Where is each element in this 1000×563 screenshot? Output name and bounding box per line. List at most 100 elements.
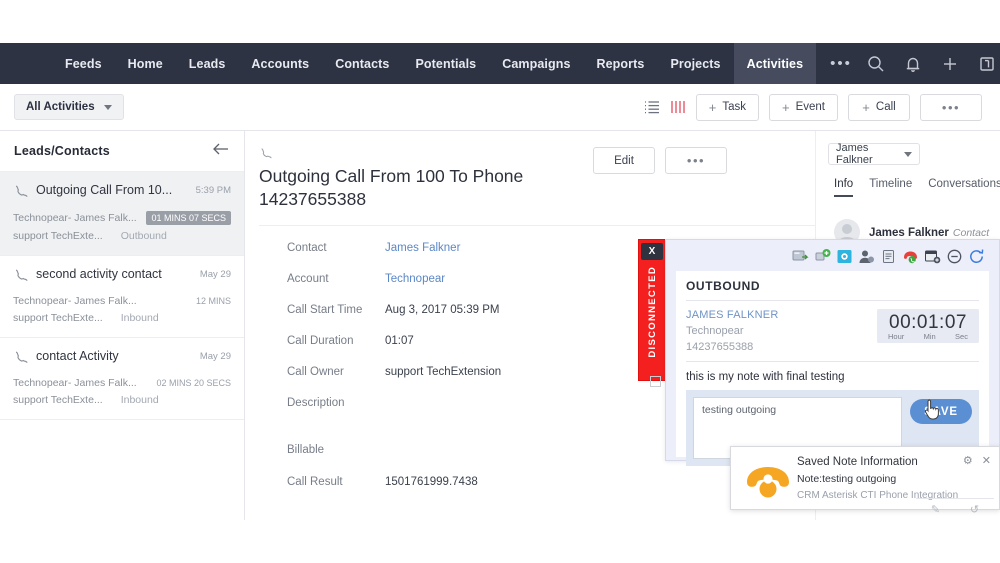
timer-label-sec: Sec (955, 332, 968, 341)
field-label: Call Start Time (287, 303, 363, 316)
list-view-icon[interactable] (644, 100, 660, 114)
nav-label: Activities (746, 56, 804, 71)
list-panel-title: Leads/Contacts (14, 144, 110, 158)
list-item-time: May 29 (199, 351, 231, 362)
plus-icon: + (708, 99, 717, 115)
list-item-duration: 02 MINS 20 SECS (156, 378, 231, 388)
user-profile-icon[interactable] (858, 248, 875, 265)
toolbar-more-button[interactable]: ••• (920, 93, 982, 121)
add-call-button[interactable]: + Call (848, 93, 910, 121)
page-title: Outgoing Call From 100 To Phone 14237655… (259, 166, 524, 210)
close-icon[interactable]: X (641, 243, 663, 260)
cti-body: OUTBOUND JAMES FALKNER Technopear 142376… (676, 271, 989, 466)
list-item[interactable]: contact Activity May 29 Technopear- Jame… (0, 338, 244, 420)
transfer-call-icon[interactable] (792, 248, 809, 265)
contact-selector-dropdown[interactable]: James Falkner (828, 142, 920, 166)
field-label: Billable (287, 443, 325, 456)
minimize-box-icon[interactable] (650, 376, 661, 387)
nav-item-potentials[interactable]: Potentials (402, 43, 489, 84)
list-item-direction: Inbound (120, 312, 159, 324)
cti-call-popup: OUTBOUND JAMES FALKNER Technopear 142376… (665, 239, 1000, 466)
cti-saved-note: this is my note with final testing (686, 371, 845, 383)
phone-icon (13, 350, 28, 370)
plus-icon: + (781, 99, 790, 115)
add-contact-icon[interactable] (836, 248, 853, 265)
phone-icon (13, 184, 28, 204)
edit-button[interactable]: Edit (593, 147, 655, 174)
letterbox-bottom (0, 520, 1000, 563)
notes-icon[interactable] (977, 54, 997, 74)
field-value-call-owner: support TechExtension (385, 365, 502, 378)
list-item-owner: support TechExte... (13, 394, 103, 406)
nav-item-accounts[interactable]: Accounts (238, 43, 322, 84)
call-timer-value: 00:01:07 (889, 312, 967, 333)
list-item-time: 5:39 PM (195, 185, 231, 196)
add-task-label: Task (722, 101, 746, 113)
field-value-call-duration: 01:07 (385, 334, 414, 347)
cti-caller-info: JAMES FALKNER Technopear 14237655388 (686, 309, 877, 353)
field-value-call-result: 1501761999.7438 (385, 475, 478, 488)
save-button[interactable]: SAVE (910, 399, 972, 424)
all-activities-dropdown[interactable]: All Activities (14, 94, 124, 120)
cti-account-name[interactable]: Technopear (686, 325, 877, 337)
nav-item-activities[interactable]: Activities (733, 43, 817, 84)
list-item-title: Outgoing Call From 10... (36, 183, 173, 197)
field-label: Call Owner (287, 365, 344, 378)
minimize-icon[interactable] (946, 248, 963, 265)
plus-icon[interactable] (940, 54, 960, 74)
search-icon[interactable] (866, 54, 886, 74)
nav-item-contacts[interactable]: Contacts (322, 43, 402, 84)
nav-item-campaigns[interactable]: Campaigns (489, 43, 583, 84)
list-item-owner: support TechExte... (13, 312, 103, 324)
list-item-title: second activity contact (36, 267, 162, 281)
gear-icon[interactable]: ⚙ (963, 456, 973, 467)
list-item-meta: Technopear- James Falk... 12 MINS (13, 295, 231, 307)
plus-icon: + (862, 99, 870, 115)
list-item-direction: Outbound (120, 230, 167, 242)
list-item-header: contact Activity May 29 (13, 349, 231, 370)
add-task-button[interactable]: + Task (695, 93, 759, 121)
call-timer: 00:01:07 Hour Min Sec (877, 309, 979, 343)
add-call-label: Call (875, 101, 896, 113)
add-lead-icon[interactable] (814, 248, 831, 265)
contact-role: Contact (952, 227, 990, 239)
tab-conversations[interactable]: Conversations (928, 178, 1000, 197)
detail-header: Outgoing Call From 100 To Phone 14237655… (245, 131, 815, 225)
compose-icon[interactable]: ✎ (931, 503, 940, 516)
letterbox-top (0, 0, 1000, 43)
list-item[interactable]: Outgoing Call From 10... 5:39 PM Technop… (0, 172, 244, 256)
end-call-icon[interactable] (902, 248, 919, 265)
nav-item-reports[interactable]: Reports (584, 43, 658, 84)
contact-selector-label: James Falkner (836, 142, 873, 166)
arrow-left-icon[interactable] (212, 142, 230, 161)
nav-item-feeds[interactable]: Feeds (52, 43, 115, 84)
nav-item-leads[interactable]: Leads (176, 43, 239, 84)
nav-items: Feeds Home Leads Accounts Contacts Poten… (52, 43, 866, 84)
list-item[interactable]: second activity contact May 29 Technopea… (0, 256, 244, 338)
toast-title: Saved Note Information (797, 456, 918, 468)
list-item-duration: 12 MINS (195, 296, 231, 306)
nav-label: Accounts (251, 56, 310, 71)
tab-info[interactable]: Info (834, 178, 854, 197)
tab-timeline[interactable]: Timeline (869, 178, 912, 197)
nav-item-home[interactable]: Home (115, 43, 176, 84)
detail-more-button[interactable]: ••• (665, 147, 727, 174)
refresh-icon[interactable] (968, 248, 985, 265)
schedule-event-icon[interactable] (924, 248, 941, 265)
list-item-footer: support TechExte... Outbound (13, 230, 231, 242)
bell-icon[interactable] (903, 54, 923, 74)
field-value-contact[interactable]: James Falkner (385, 242, 460, 254)
notes-icon[interactable] (880, 248, 897, 265)
nav-right-icons (866, 54, 1000, 74)
disconnected-label: DISCONNECTED (646, 266, 658, 358)
history-icon[interactable]: ↺ (970, 503, 979, 516)
close-icon[interactable]: ✕ (982, 456, 991, 467)
chevron-down-icon (103, 104, 112, 110)
cti-icon-toolbar (666, 240, 999, 269)
nav-item-projects[interactable]: Projects (657, 43, 733, 84)
add-event-button[interactable]: + Event (768, 93, 838, 121)
kanban-view-icon[interactable] (670, 100, 686, 114)
field-value-account[interactable]: Technopear (385, 273, 445, 285)
nav-more-button[interactable]: ••• (816, 43, 866, 84)
cti-contact-name[interactable]: JAMES FALKNER (686, 309, 877, 321)
